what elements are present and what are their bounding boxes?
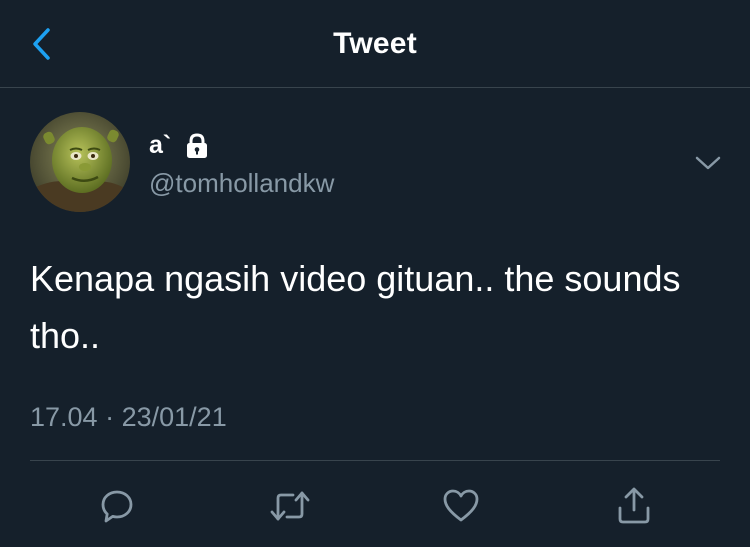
chevron-down-icon [695, 156, 721, 170]
reply-icon [101, 490, 133, 523]
tweet-text: Kenapa ngasih video gituan.. the sounds … [30, 258, 681, 356]
author-name-row[interactable]: a` [149, 131, 211, 160]
tweet-timestamp: 17.04 · 23/01/21 [30, 402, 227, 433]
retweet-button[interactable] [268, 484, 312, 528]
top-bar: Tweet [0, 0, 750, 88]
divider [30, 460, 720, 461]
heart-icon [443, 489, 479, 522]
user-handle[interactable]: @tomhollandkw [149, 168, 334, 199]
like-button[interactable] [439, 484, 483, 528]
avatar[interactable] [30, 112, 130, 212]
page-title: Tweet [333, 27, 417, 60]
display-name: a` [149, 131, 172, 159]
retweet-icon [270, 491, 310, 521]
tweet-time: 17.04 [30, 402, 98, 432]
more-options-button[interactable] [692, 150, 724, 176]
tweet-date: 23/01/21 [121, 402, 227, 432]
reply-button[interactable] [95, 484, 139, 528]
meta-separator: · [105, 402, 115, 432]
share-button[interactable] [612, 484, 656, 528]
lock-icon [187, 132, 208, 158]
share-icon [618, 487, 650, 524]
